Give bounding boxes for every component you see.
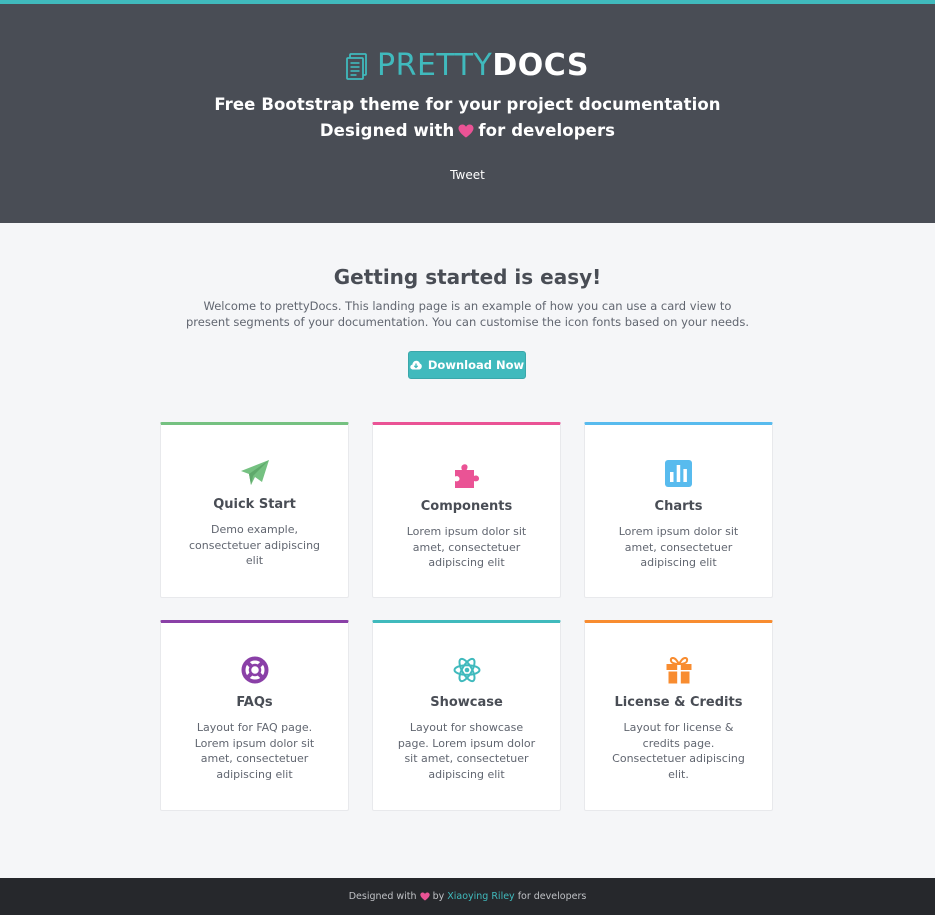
footer-prefix: Designed with: [348, 891, 417, 902]
card-title: Components: [420, 499, 513, 514]
atom-icon: [373, 656, 560, 684]
download-label: Download Now: [427, 358, 525, 372]
logo-text-light: PRETTY: [377, 48, 493, 83]
bar-chart-icon: [585, 460, 772, 487]
tweet-button[interactable]: Tweet: [450, 168, 485, 182]
puzzle-piece-icon: [373, 461, 560, 489]
card-description: Layout for showcase page. Lorem ipsum do…: [397, 721, 536, 781]
card-quick-start[interactable]: Quick Start Demo example, consectetuer a…: [160, 422, 349, 598]
card-showcase[interactable]: Showcase Layout for showcase page. Lorem…: [372, 620, 561, 811]
logo-text: PRETTYDOCS: [377, 48, 589, 84]
card-title: License & Credits: [614, 695, 743, 710]
tagline-line2: Designed with for developers: [0, 121, 935, 140]
site-logo[interactable]: PRETTYDOCS: [0, 48, 935, 84]
intro-text: Welcome to prettyDocs. This landing page…: [186, 299, 749, 329]
heart-icon: [419, 892, 430, 901]
heart-icon: [458, 124, 474, 137]
download-button[interactable]: Download Now: [408, 351, 526, 379]
intro-title: Getting started is easy!: [333, 265, 602, 289]
card-charts[interactable]: Charts Lorem ipsum dolor sit amet, conse…: [584, 422, 773, 598]
card-description: Layout for license & credits page. Conse…: [612, 721, 745, 781]
tagline-prefix: Designed with: [319, 121, 455, 140]
card-title: Showcase: [430, 695, 503, 710]
card-description: Lorem ipsum dolor sit amet, consectetuer…: [618, 525, 739, 569]
card-description: Demo example, consectetuer adipiscing el…: [188, 523, 321, 567]
card-title: FAQs: [236, 695, 273, 710]
author-link[interactable]: Xiaoying Riley: [447, 891, 514, 902]
header: PRETTYDOCS Free Bootstrap theme for your…: [0, 4, 935, 223]
gift-icon: [585, 656, 772, 684]
tagline-line1: Free Bootstrap theme for your project do…: [214, 95, 721, 114]
logo-text-bold: DOCS: [492, 48, 589, 83]
card-description: Lorem ipsum dolor sit amet, consectetuer…: [406, 525, 527, 569]
tweet-link-wrap: Tweet: [0, 168, 935, 182]
paper-plane-icon: [161, 459, 348, 487]
card-components[interactable]: Components Lorem ipsum dolor sit amet, c…: [372, 422, 561, 598]
card-license[interactable]: License & Credits Layout for license & c…: [584, 620, 773, 811]
cloud-download-icon: [410, 360, 422, 370]
footer-suffix: for developers: [517, 891, 587, 902]
card-title: Quick Start: [213, 497, 296, 512]
card-faqs[interactable]: FAQs Layout for FAQ page. Lorem ipsum do…: [160, 620, 349, 811]
document-icon: [346, 53, 367, 80]
card-title: Charts: [654, 499, 703, 514]
tagline-suffix: for developers: [478, 121, 616, 140]
footer-by: by: [432, 891, 445, 902]
life-ring-icon: [161, 656, 348, 684]
card-description: Layout for FAQ page. Lorem ipsum dolor s…: [194, 721, 315, 781]
footer: Designed with by Xiaoying Riley for deve…: [0, 878, 935, 915]
